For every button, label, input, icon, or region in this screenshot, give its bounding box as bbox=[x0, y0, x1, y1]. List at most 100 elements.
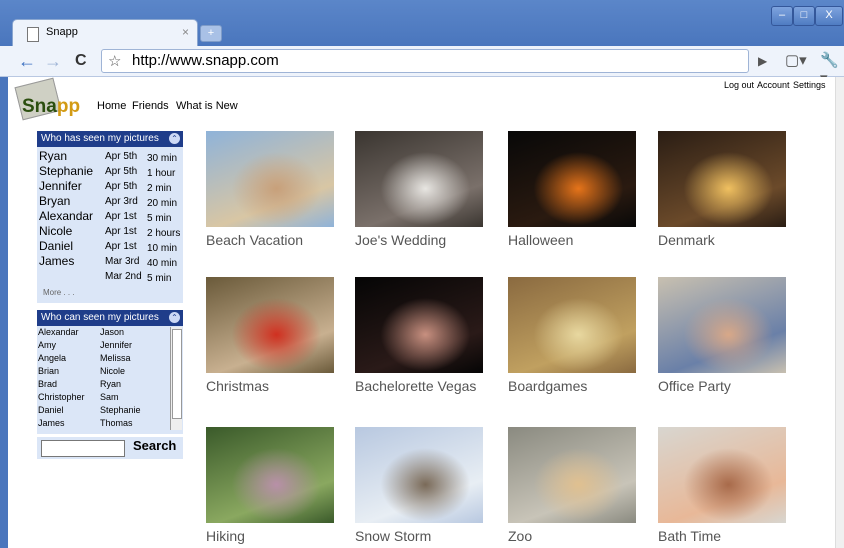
minimize-button[interactable]: – bbox=[771, 6, 793, 26]
tab-close-icon[interactable]: × bbox=[182, 25, 189, 39]
url-text[interactable]: http://www.snapp.com bbox=[132, 52, 279, 69]
viewed-date: Mar 3rd bbox=[105, 256, 140, 267]
can-row: Daniel Stephanie bbox=[38, 405, 168, 418]
friend-name[interactable]: Thomas bbox=[100, 418, 133, 428]
friend-name[interactable]: Melissa bbox=[100, 353, 131, 363]
viewed-date: Mar 2nd bbox=[105, 271, 142, 282]
seen-row: Ryan Apr 5th 30 min bbox=[39, 149, 181, 164]
album-thumbnail[interactable] bbox=[508, 131, 636, 227]
can-row: James Thomas bbox=[38, 418, 168, 431]
friend-name[interactable]: Angela bbox=[38, 353, 66, 363]
friend-name[interactable]: Christopher bbox=[38, 392, 85, 402]
album-title[interactable]: Halloween bbox=[508, 232, 573, 248]
site-logo[interactable]: Snapp bbox=[14, 77, 80, 121]
page-menu-icon[interactable]: ▢▾ bbox=[785, 51, 807, 69]
nav-home[interactable]: Home bbox=[97, 100, 126, 112]
address-bar[interactable]: ☆ http://www.snapp.com bbox=[101, 49, 749, 73]
browser-tab[interactable]: Snapp × bbox=[12, 19, 198, 47]
album-title[interactable]: Boardgames bbox=[508, 378, 587, 394]
seen-row: Nicole Apr 1st 2 hours bbox=[39, 224, 181, 239]
viewer-name[interactable]: Jennifer bbox=[39, 179, 82, 193]
forward-icon[interactable]: → bbox=[44, 51, 62, 71]
album-thumbnail[interactable] bbox=[355, 427, 483, 523]
collapse-icon[interactable]: ⌃ bbox=[169, 133, 180, 144]
friend-name[interactable]: Ryan bbox=[100, 379, 121, 389]
page-scrollbar[interactable] bbox=[835, 77, 844, 548]
account-link[interactable]: Account bbox=[757, 80, 790, 90]
viewer-name[interactable]: Daniel bbox=[39, 239, 73, 253]
search-input[interactable] bbox=[41, 440, 125, 457]
album-title[interactable]: Denmark bbox=[658, 232, 715, 248]
viewer-name[interactable]: Bryan bbox=[39, 194, 70, 208]
friend-name[interactable]: James bbox=[38, 418, 65, 428]
search-area: Search bbox=[37, 437, 183, 459]
more-link[interactable]: More . . . bbox=[43, 288, 75, 297]
can-row: Brad Ryan bbox=[38, 379, 168, 392]
nav-friends[interactable]: Friends bbox=[132, 100, 169, 112]
viewer-name[interactable]: Stephanie bbox=[39, 164, 93, 178]
close-window-button[interactable]: X bbox=[815, 6, 843, 26]
album-thumbnail[interactable] bbox=[206, 131, 334, 227]
friend-name[interactable]: Jennifer bbox=[100, 340, 132, 350]
maximize-button[interactable]: □ bbox=[793, 6, 815, 26]
album-title[interactable]: Bachelorette Vegas bbox=[355, 378, 476, 394]
view-duration: 2 hours bbox=[147, 228, 181, 239]
friend-name[interactable]: Jason bbox=[100, 327, 124, 337]
friend-name[interactable]: Daniel bbox=[38, 405, 64, 415]
browser-toolbar: ← → C ☆ http://www.snapp.com ▶ ▢▾ 🔧▾ bbox=[0, 46, 844, 87]
viewer-name[interactable]: Alexandar bbox=[39, 209, 93, 223]
viewer-name[interactable]: James bbox=[39, 254, 74, 268]
album-title[interactable]: Zoo bbox=[508, 528, 532, 544]
friend-name[interactable]: Alexandar bbox=[38, 327, 79, 337]
friend-name[interactable]: Brian bbox=[38, 366, 59, 376]
friend-name[interactable]: Brad bbox=[38, 379, 57, 389]
can-row: Alexandar Jason bbox=[38, 327, 168, 340]
logout-link[interactable]: Log out bbox=[724, 80, 754, 90]
can-row: Angela Melissa bbox=[38, 353, 168, 366]
seen-row: Alexandar Apr 1st 5 min bbox=[39, 209, 181, 224]
album-thumbnail[interactable] bbox=[206, 427, 334, 523]
album-thumbnail[interactable] bbox=[508, 427, 636, 523]
album-title[interactable]: Beach Vacation bbox=[206, 232, 303, 248]
viewer-name[interactable]: Ryan bbox=[39, 149, 67, 163]
album-thumbnail[interactable] bbox=[658, 277, 786, 373]
friend-name[interactable]: Amy bbox=[38, 340, 56, 350]
viewed-date: Apr 3rd bbox=[105, 196, 138, 207]
friend-name[interactable]: Stephanie bbox=[100, 405, 141, 415]
album-thumbnail[interactable] bbox=[355, 131, 483, 227]
window-frame-left bbox=[0, 77, 8, 548]
can-panel-title: Who can seen my pictures bbox=[41, 312, 159, 323]
view-duration: 10 min bbox=[147, 243, 178, 254]
album-thumbnail[interactable] bbox=[658, 131, 786, 227]
album-thumbnail[interactable] bbox=[658, 427, 786, 523]
album-title[interactable]: Bath Time bbox=[658, 528, 721, 544]
settings-link[interactable]: Settings bbox=[793, 80, 826, 90]
album-thumbnail[interactable] bbox=[508, 277, 636, 373]
scroll-thumb[interactable] bbox=[172, 329, 182, 419]
viewer-name[interactable]: Nicole bbox=[39, 224, 72, 238]
friend-name[interactable]: Nicole bbox=[100, 366, 125, 376]
search-button[interactable]: Search bbox=[133, 438, 176, 453]
tab-title: Snapp bbox=[46, 26, 78, 38]
nav-what-is-new[interactable]: What is New bbox=[176, 100, 238, 112]
bookmark-star-icon[interactable]: ☆ bbox=[108, 52, 121, 70]
album-title[interactable]: Christmas bbox=[206, 378, 269, 394]
reload-icon[interactable]: C bbox=[75, 51, 87, 71]
album-title[interactable]: Joe's Wedding bbox=[355, 232, 446, 248]
seen-row: James Mar 3rd 40 min bbox=[39, 254, 181, 269]
new-tab-button[interactable]: + bbox=[200, 25, 222, 42]
album-title[interactable]: Hiking bbox=[206, 528, 245, 544]
seen-panel-header: Who has seen my pictures ⌃ bbox=[37, 131, 183, 147]
album-title[interactable]: Office Party bbox=[658, 378, 731, 394]
can-list-scrollbar[interactable] bbox=[170, 327, 182, 430]
back-icon[interactable]: ← bbox=[18, 51, 36, 71]
album-thumbnail[interactable] bbox=[206, 277, 334, 373]
friend-name[interactable]: Sam bbox=[100, 392, 119, 402]
view-duration: 5 min bbox=[147, 213, 172, 224]
go-icon[interactable]: ▶ bbox=[758, 54, 767, 68]
viewed-date: Apr 1st bbox=[105, 211, 137, 222]
seen-panel: Who has seen my pictures ⌃ Ryan Apr 5th 30… bbox=[37, 131, 183, 303]
album-thumbnail[interactable] bbox=[355, 277, 483, 373]
collapse-icon[interactable]: ⌃ bbox=[169, 312, 180, 323]
album-title[interactable]: Snow Storm bbox=[355, 528, 431, 544]
